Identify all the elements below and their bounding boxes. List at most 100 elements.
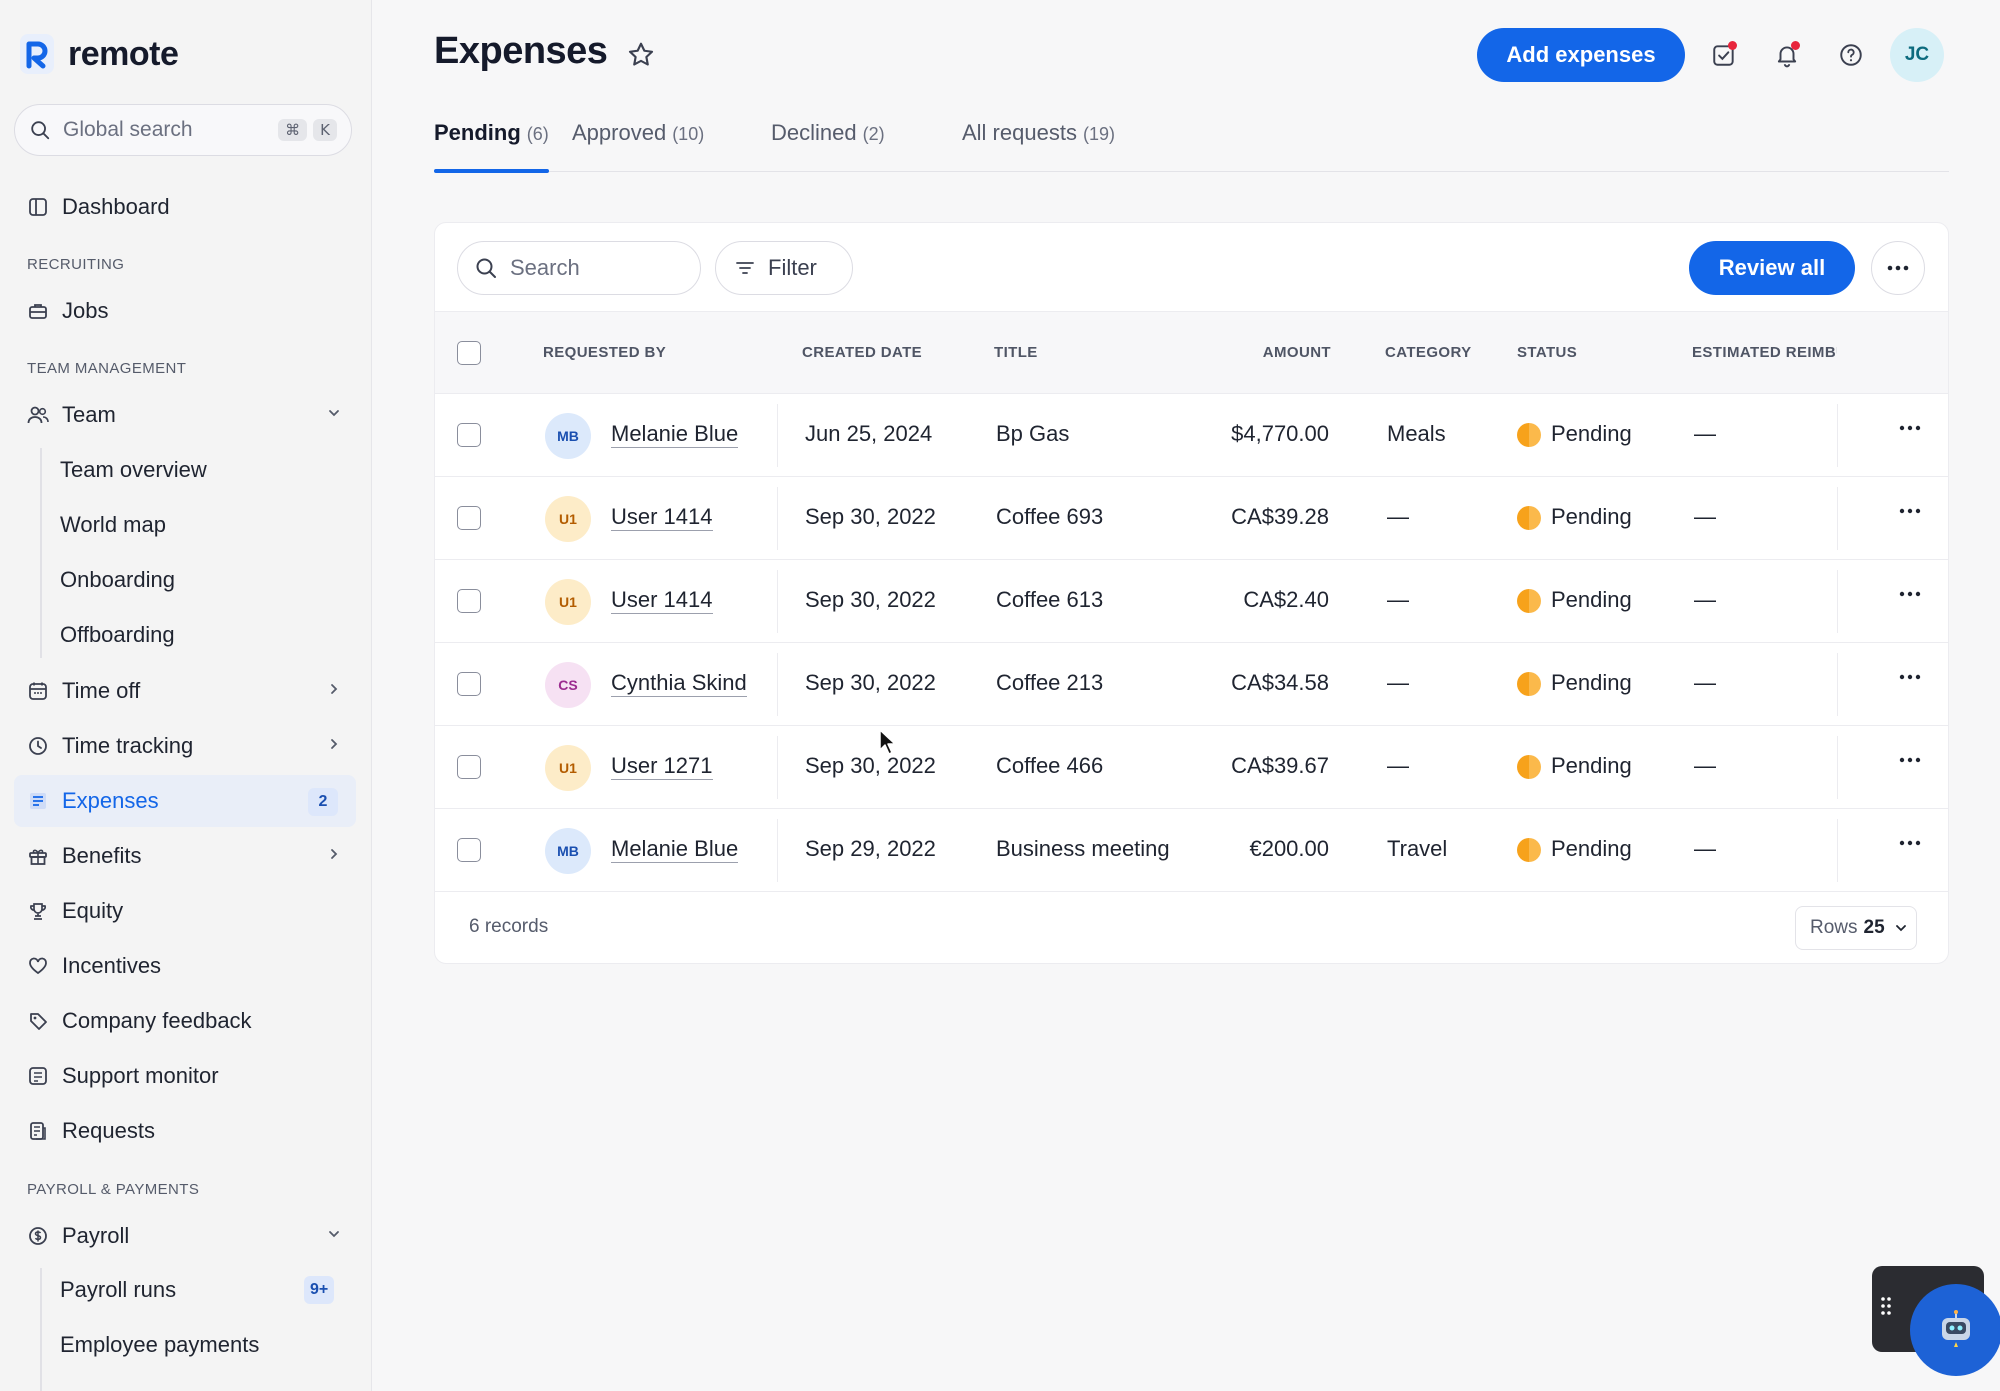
requester-name-link[interactable]: User 1271 [611, 753, 713, 780]
pending-status-icon [1517, 755, 1541, 779]
tab-pending[interactable]: Pending (6) [434, 120, 549, 173]
pending-status-icon [1517, 506, 1541, 530]
column-status[interactable]: STATUS [1517, 344, 1577, 361]
user-avatar[interactable]: JC [1890, 28, 1944, 82]
more-options-button[interactable] [1871, 241, 1925, 295]
table-header: REQUESTED BY CREATED DATE TITLE AMOUNT C… [435, 311, 1948, 394]
sidebar-item-dashboard[interactable]: Dashboard [14, 181, 356, 233]
rows-label: Rows [1810, 917, 1858, 938]
table-row[interactable]: U1 User 1271 Sep 30, 2022 Coffee 466 CA$39.6… [435, 726, 1948, 809]
column-title[interactable]: TITLE [994, 344, 1038, 361]
assistant-widget[interactable] [1872, 1266, 2000, 1376]
gift-icon [26, 844, 50, 868]
row-checkbox[interactable] [457, 506, 481, 530]
sidebar-item-equity[interactable]: Equity [14, 885, 356, 937]
column-divider [1837, 570, 1838, 633]
sidebar-item-team-overview[interactable]: Team overview [60, 450, 207, 490]
column-created-date[interactable]: CREATED DATE [802, 344, 922, 361]
estimated-reimbursement: — [1694, 670, 1716, 695]
requester-name-link[interactable]: Melanie Blue [611, 836, 739, 863]
table-row[interactable]: U1 User 1414 Sep 30, 2022 Coffee 613 CA$2.40… [435, 560, 1948, 643]
column-divider [777, 570, 778, 633]
review-all-button[interactable]: Review all [1689, 241, 1855, 295]
sidebar-item-team[interactable]: Team [14, 389, 356, 441]
requester-name-link[interactable]: Melanie Blue [611, 421, 739, 448]
sidebar-item-payroll[interactable]: Payroll [14, 1210, 356, 1262]
row-more-icon[interactable] [1899, 673, 1921, 681]
sidebar-item-label: Dashboard [62, 194, 170, 219]
row-checkbox[interactable] [457, 672, 481, 696]
sidebar-item-payroll-runs[interactable]: Payroll runs [60, 1270, 340, 1310]
column-estimated-reimbursement[interactable]: ESTIMATED REIMBU [1692, 344, 1837, 361]
filter-button[interactable]: Filter [715, 241, 853, 295]
trophy-icon [26, 899, 50, 923]
sidebar-item-expenses[interactable]: Expenses 2 [14, 775, 356, 827]
sidebar-item-time-off[interactable]: Time off [14, 665, 356, 717]
sidebar-item-offboarding[interactable]: Offboarding [60, 615, 175, 655]
help-button[interactable] [1834, 38, 1868, 72]
requester-name-link[interactable]: User 1414 [611, 587, 713, 614]
tasks-button[interactable] [1707, 38, 1741, 72]
search-icon [31, 121, 50, 140]
sidebar-item-requests[interactable]: Requests [14, 1105, 356, 1157]
table-row[interactable]: U1 User 1414 Sep 30, 2022 Coffee 693 CA$39.2… [435, 477, 1948, 560]
column-divider [1837, 487, 1838, 550]
row-more-icon[interactable] [1899, 590, 1921, 598]
sidebar-item-label: Payroll [62, 1223, 130, 1248]
expense-category: — [1387, 670, 1409, 695]
sidebar-item-employee-payments[interactable]: Employee payments [60, 1325, 259, 1365]
table-row[interactable]: CS Cynthia Skind Sep 30, 2022 Coffee 213 CA$… [435, 643, 1948, 726]
sidebar-item-company-feedback[interactable]: Company feedback [14, 995, 356, 1047]
sidebar-item-incentives[interactable]: Incentives [14, 940, 356, 992]
remote-logo[interactable]: remote [20, 34, 179, 74]
dashboard-icon [26, 195, 50, 219]
chevron-down-icon [329, 1231, 339, 1238]
notifications-button[interactable] [1770, 38, 1804, 72]
chevron-down-icon [329, 410, 339, 417]
sidebar-item-label: Time tracking [62, 733, 194, 758]
global-search-placeholder: Global search [63, 118, 193, 141]
sidebar-item-support-monitor[interactable]: Support monitor [14, 1050, 356, 1102]
row-more-icon[interactable] [1899, 839, 1921, 847]
estimated-reimbursement: — [1694, 836, 1716, 861]
column-category[interactable]: CATEGORY [1385, 344, 1472, 361]
column-amount[interactable]: AMOUNT [1201, 344, 1331, 361]
sidebar-item-label: Incentives [62, 953, 162, 978]
expense-status: Pending [1551, 753, 1632, 778]
row-checkbox[interactable] [457, 838, 481, 862]
rows-per-page-select[interactable]: Rows 25 [1795, 906, 1917, 950]
tab-approved[interactable]: Approved (10) [572, 120, 704, 172]
estimated-reimbursement: — [1694, 421, 1716, 446]
table-row[interactable]: MB Melanie Blue Sep 29, 2022 Business meeti… [435, 809, 1948, 892]
row-more-icon[interactable] [1899, 424, 1921, 432]
row-checkbox[interactable] [457, 755, 481, 779]
sidebar-item-jobs[interactable]: Jobs [14, 285, 356, 337]
sidebar-item-benefits[interactable]: Benefits [14, 830, 356, 882]
requester-name-link[interactable]: Cynthia Skind [611, 670, 747, 697]
created-date: Jun 25, 2024 [805, 421, 933, 446]
star-icon[interactable] [626, 40, 656, 70]
row-checkbox[interactable] [457, 589, 481, 613]
add-expenses-button[interactable]: Add expenses [1477, 28, 1685, 82]
sidebar-item-time-tracking[interactable]: Time tracking [14, 720, 356, 772]
requester-avatar: MB [545, 413, 591, 459]
requester-name-link[interactable]: User 1414 [611, 504, 713, 531]
robot-assistant-icon[interactable] [1910, 1284, 2000, 1376]
sidebar-item-label: Company feedback [62, 1008, 252, 1033]
table-search-input[interactable]: Search [457, 241, 701, 295]
select-all-checkbox[interactable] [457, 341, 481, 365]
expense-status: Pending [1551, 587, 1632, 612]
drag-handle-icon[interactable] [1880, 1296, 1892, 1316]
row-more-icon[interactable] [1899, 507, 1921, 515]
row-more-icon[interactable] [1899, 756, 1921, 764]
table-row[interactable]: MB Melanie Blue Jun 25, 2024 Bp Gas $4,770.0… [435, 394, 1948, 477]
column-divider [777, 404, 778, 467]
tab-declined[interactable]: Declined (2) [771, 120, 885, 172]
sidebar-item-world-map[interactable]: World map [60, 505, 166, 545]
row-checkbox[interactable] [457, 423, 481, 447]
section-payroll-payments: PAYROLL & PAYMENTS [27, 1181, 200, 1198]
tab-all-requests[interactable]: All requests (19) [962, 120, 1115, 172]
sidebar-item-onboarding[interactable]: Onboarding [60, 560, 175, 600]
column-requested-by[interactable]: REQUESTED BY [543, 344, 666, 361]
global-search-input[interactable]: Global search ⌘ K [14, 104, 352, 156]
